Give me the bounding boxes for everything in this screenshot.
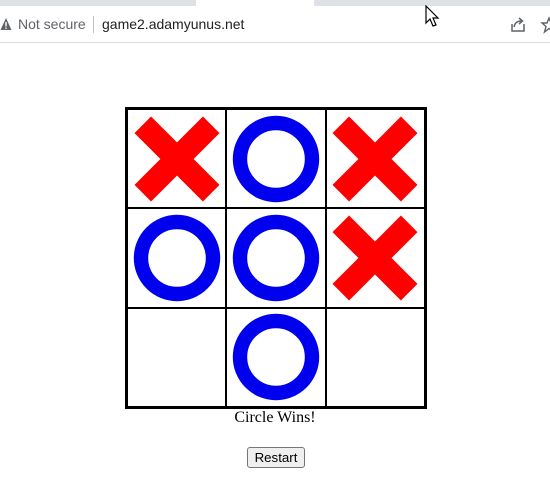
mouse-cursor-icon — [425, 5, 440, 27]
x-mark-icon — [134, 116, 220, 202]
o-mark-icon — [133, 214, 220, 302]
url-text[interactable]: game2.adamyunus.net — [102, 16, 244, 32]
x-mark-icon — [332, 215, 418, 301]
o-mark-icon — [232, 214, 320, 302]
browser-toolbar: Not secure game2.adamyunus.net — [0, 6, 550, 43]
board-cell-2-2[interactable] — [325, 307, 425, 407]
board-cell-1-1[interactable] — [226, 208, 326, 308]
security-label[interactable]: Not secure — [18, 16, 86, 32]
o-mark-icon — [232, 115, 320, 202]
board-cell-0-1[interactable] — [226, 109, 326, 209]
bookmark-star-icon[interactable] — [540, 16, 550, 34]
x-mark-icon — [332, 116, 418, 202]
board-cell-0-2[interactable] — [325, 109, 425, 209]
game-board — [125, 107, 427, 409]
address-separator — [93, 16, 94, 33]
board-cell-1-2[interactable] — [325, 208, 425, 308]
address-bar[interactable]: Not secure game2.adamyunus.net — [0, 8, 550, 40]
warning-icon[interactable] — [0, 17, 12, 31]
board-cell-2-0[interactable] — [127, 307, 227, 407]
o-mark-icon — [232, 314, 320, 401]
share-icon[interactable] — [509, 16, 527, 34]
board-cell-1-0[interactable] — [127, 208, 227, 308]
board-cell-2-1[interactable] — [226, 307, 326, 407]
restart-button[interactable]: Restart — [247, 447, 305, 468]
game-status: Circle Wins! — [234, 409, 316, 426]
board-cell-0-0[interactable] — [127, 109, 227, 209]
